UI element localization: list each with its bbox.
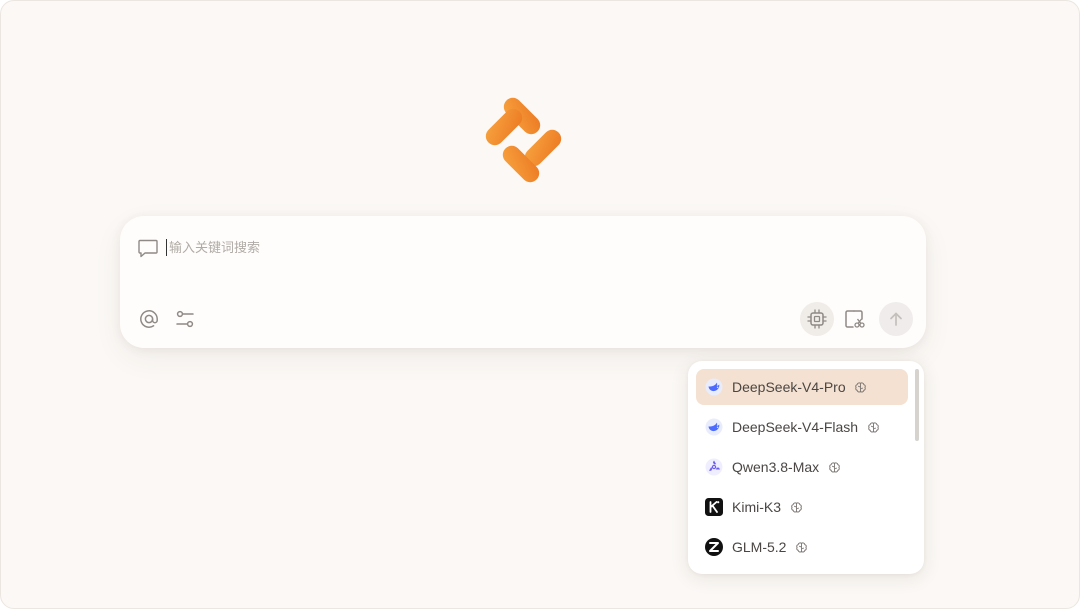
model-dropdown-menu: DeepSeek-V4-Pro DeepSeek-V4-Flash Qwen3.… [688,361,924,574]
chat-bubble-icon [138,239,158,258]
brain-icon [789,500,803,514]
arrow-up-icon [890,312,902,326]
model-item-glm-5-2[interactable]: GLM-5.2 [696,529,908,565]
screenshot-button[interactable] [840,304,868,334]
app-window: DeepSeek-V4-Pro DeepSeek-V4-Flash [0,0,1080,609]
crop-icon [845,310,865,328]
zhipu-z-icon [705,538,723,556]
brain-icon [827,460,841,474]
search-input[interactable] [165,237,869,259]
model-item-deepseek-v4-pro[interactable]: DeepSeek-V4-Pro [696,369,908,405]
deepseek-whale-icon [705,418,723,436]
model-item-deepseek-v4-flash[interactable]: DeepSeek-V4-Flash [696,409,908,445]
chip-icon [807,309,827,329]
qwen-icon [705,458,723,476]
model-item-label: Kimi-K3 [732,499,782,515]
settings-sliders-button[interactable] [173,307,197,331]
deepseek-whale-icon [705,378,723,396]
brain-icon [794,540,808,554]
send-button[interactable] [879,302,913,336]
kimi-k-icon [705,498,723,516]
menu-scrollbar[interactable] [915,369,919,441]
sliders-icon [176,310,194,328]
text-caret [166,239,167,256]
brain-icon [854,380,868,394]
model-item-qwen3-8-max[interactable]: Qwen3.8-Max [696,449,908,485]
model-select-button[interactable] [800,302,834,336]
model-item-kimi-k3[interactable]: Kimi-K3 [696,489,908,525]
orange-pill-logo-icon [485,97,562,183]
brain-icon [866,420,880,434]
mention-button[interactable] [137,307,161,331]
model-item-label: Qwen3.8-Max [732,459,820,475]
model-item-label: DeepSeek-V4-Pro [732,379,846,395]
at-icon [140,310,158,328]
model-item-label: GLM-5.2 [732,539,787,555]
model-item-label: DeepSeek-V4-Flash [732,419,859,435]
